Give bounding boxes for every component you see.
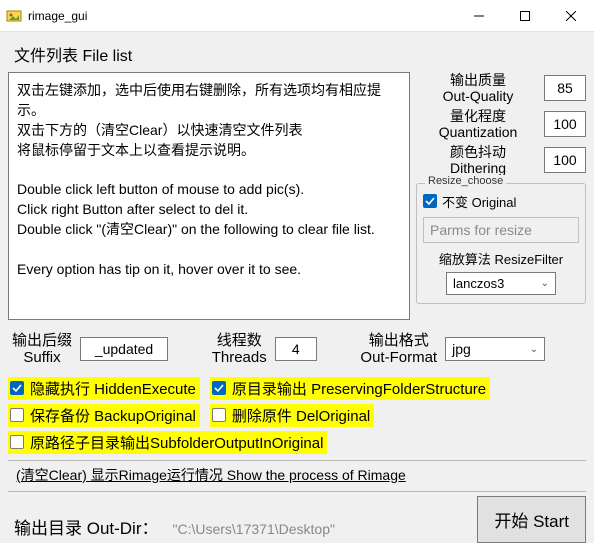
resize-parms-input[interactable]: Parms for resize xyxy=(423,217,579,243)
chevron-down-icon: ⌄ xyxy=(530,344,538,355)
resize-group-label: Resize_choose xyxy=(425,175,506,187)
out-quality-label: 输出质量 Out-Quality xyxy=(416,72,540,104)
resize-nochange-label: 不变 Original xyxy=(442,192,516,211)
start-button[interactable]: 开始 Start xyxy=(477,496,586,543)
out-quality-input[interactable]: 85 xyxy=(544,75,586,101)
quantization-label: 量化程度 Quantization xyxy=(416,108,540,140)
minimize-button[interactable] xyxy=(456,0,502,32)
out-format-value: jpg xyxy=(452,341,471,357)
out-format-label: 输出格式 Out-Format xyxy=(360,332,437,367)
title-bar: rimage_gui xyxy=(0,0,594,32)
resize-filter-select[interactable]: lanczos3 ⌄ xyxy=(446,272,556,295)
out-dir-label: 输出目录 Out-Dir： xyxy=(8,512,165,543)
file-list-box[interactable]: 双击左键添加，选中后使用右键删除，所有选项均有相应提示。 双击下方的（清空Cle… xyxy=(8,72,410,320)
suffix-label: 输出后缀 Suffix xyxy=(12,332,72,367)
out-format-select[interactable]: jpg ⌄ xyxy=(445,337,545,361)
file-list-header: 文件列表 File list xyxy=(8,38,586,72)
backup-original-label: 保存备份 BackupOriginal xyxy=(30,405,196,426)
threads-input[interactable]: 4 xyxy=(275,337,317,361)
window-title: rimage_gui xyxy=(28,9,456,23)
suffix-input[interactable]: _updated xyxy=(80,337,168,361)
clear-show-process-label[interactable]: (清空Clear) 显示Rimage运行情况 Show the process … xyxy=(8,463,586,487)
threads-label: 线程数 Threads xyxy=(212,332,267,367)
dithering-label: 颜色抖动 Dithering xyxy=(416,144,540,176)
quantization-input[interactable]: 100 xyxy=(544,111,586,137)
resize-nochange-checkbox[interactable] xyxy=(423,194,437,208)
maximize-button[interactable] xyxy=(502,0,548,32)
del-original-label: 删除原件 DelOriginal xyxy=(232,405,370,426)
resize-filter-label: 缩放算法 ResizeFilter xyxy=(423,249,579,268)
close-button[interactable] xyxy=(548,0,594,32)
del-original-checkbox[interactable] xyxy=(212,408,226,422)
divider xyxy=(8,460,586,461)
resize-filter-value: lanczos3 xyxy=(453,276,504,291)
preserve-folder-checkbox[interactable] xyxy=(212,381,226,395)
hidden-execute-label: 隐藏执行 HiddenExecute xyxy=(30,378,196,399)
dithering-input[interactable]: 100 xyxy=(544,147,586,173)
subfolder-output-checkbox[interactable] xyxy=(10,435,24,449)
preserve-folder-label: 原目录输出 PreservingFolderStructure xyxy=(232,378,486,399)
hidden-execute-checkbox[interactable] xyxy=(10,381,24,395)
resize-group: Resize_choose 不变 Original Parms for resi… xyxy=(416,183,586,304)
subfolder-output-label: 原路径子目录输出SubfolderOutputInOriginal xyxy=(30,432,323,453)
chevron-down-icon: ⌄ xyxy=(541,278,549,289)
app-icon xyxy=(6,8,22,24)
backup-original-checkbox[interactable] xyxy=(10,408,24,422)
out-dir-path[interactable]: "C:\Users\17371\Desktop" xyxy=(173,521,470,543)
divider xyxy=(8,491,586,492)
